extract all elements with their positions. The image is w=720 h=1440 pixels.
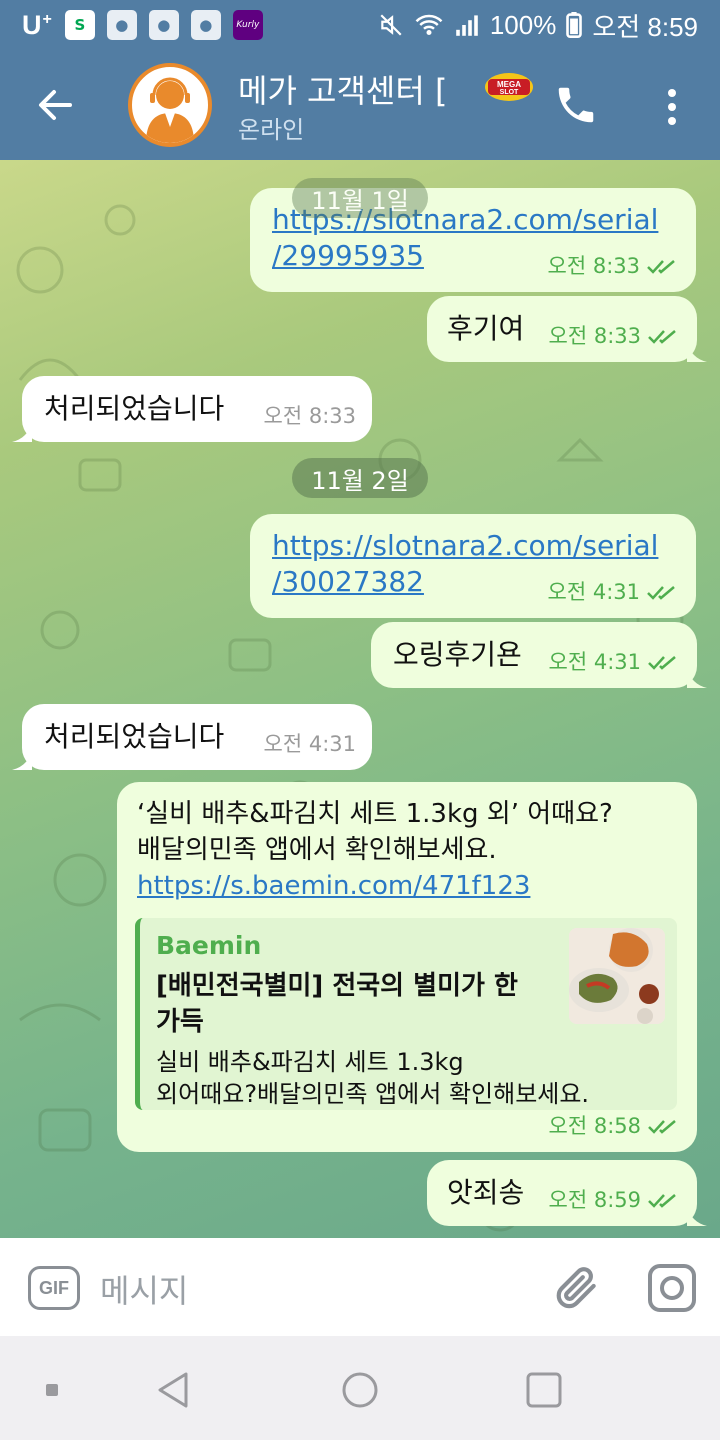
- outgoing-message[interactable]: 후기여 오전 8:33: [427, 296, 707, 362]
- carrier-label: U+: [22, 9, 53, 40]
- gif-button[interactable]: GIF: [28, 1266, 80, 1310]
- bubble-tail: [12, 422, 32, 442]
- message-text: 오링후기욘: [393, 638, 522, 671]
- home-nav-icon[interactable]: [338, 1368, 382, 1412]
- bubble-tail: [687, 668, 707, 688]
- double-check-icon: [648, 656, 676, 670]
- message-icon: ●: [190, 10, 221, 40]
- bubble-tail: [687, 1206, 707, 1226]
- battery-percent: 100%: [489, 9, 557, 40]
- message-time: 오전 4:31: [263, 732, 356, 756]
- incoming-message[interactable]: 처리되었습니다 오전 8:33: [12, 376, 372, 442]
- message-time: 오전 8:59: [548, 1188, 641, 1212]
- system-nav-bar: [0, 1336, 720, 1440]
- message-meta: 오전 8:59: [549, 1182, 681, 1218]
- phone-icon[interactable]: [553, 82, 599, 128]
- double-check-icon: [648, 1120, 676, 1134]
- message-meta: 오전 4:31: [548, 574, 680, 610]
- outgoing-message[interactable]: 오링후기욘 오전 4:31: [371, 622, 707, 688]
- clock: 오전 8:59: [592, 11, 698, 42]
- kurly-icon: Kurly: [232, 10, 263, 40]
- wifi-icon: [415, 14, 443, 35]
- date-separator: 11월 1일: [292, 178, 428, 218]
- support-agent-icon: [146, 77, 194, 143]
- avatar[interactable]: [128, 63, 212, 147]
- message-text: ‘실비 배추&파김치 세트 1.3kg 외’ 어때요?: [137, 799, 613, 829]
- message-link[interactable]: https://slotnara2.com/serial: [272, 528, 658, 564]
- bubble-tail: [687, 342, 707, 362]
- back-arrow-icon[interactable]: [30, 80, 80, 130]
- recent-dot-icon[interactable]: [38, 1368, 82, 1412]
- paperclip-icon[interactable]: [552, 1262, 602, 1312]
- battery-icon: [566, 12, 583, 38]
- message-time: 오전 8:33: [548, 324, 641, 348]
- message-meta: 오전 8:33: [549, 318, 681, 354]
- message-text: 배달의민족 앱에서 확인해보세요.: [137, 835, 497, 865]
- message-icon: ●: [148, 10, 179, 40]
- message-input[interactable]: 메시지: [100, 1266, 188, 1312]
- double-check-icon: [648, 330, 676, 344]
- more-options-icon[interactable]: [654, 84, 690, 130]
- outgoing-message[interactable]: https://slotnara2.com/serial /30027382 오…: [250, 514, 696, 618]
- chat-header: 메가 고객센터 [ MEGA SLOT 온라인: [0, 50, 720, 160]
- bubble-tail: [12, 750, 32, 770]
- message-text: 후기여: [447, 312, 525, 345]
- camera-icon[interactable]: [646, 1262, 698, 1314]
- date-separator: 11월 2일: [292, 458, 428, 498]
- message-text: 앗죄송: [447, 1176, 525, 1209]
- message-time: 오전 8:33: [547, 254, 640, 278]
- link-preview[interactable]: Baemin [배민전국별미] 전국의 별미가 한가득 실비 배추&파김치 세트…: [135, 918, 677, 1110]
- svg-text:SLOT: SLOT: [500, 89, 519, 96]
- double-check-icon: [648, 1194, 676, 1208]
- double-check-icon: [647, 260, 675, 274]
- preview-thumbnail[interactable]: [569, 928, 665, 1024]
- message-time: 오전 8:58: [548, 1114, 641, 1138]
- mega-slot-logo-icon: MEGA SLOT: [485, 73, 533, 101]
- message-link[interactable]: https://s.baemin.com/471f123: [137, 868, 613, 904]
- shinhan-icon: S: [64, 10, 95, 40]
- message-meta: 오전 8:58: [549, 1108, 681, 1144]
- incoming-message[interactable]: 처리되었습니다 오전 4:31: [12, 704, 372, 770]
- chat-title: 메가 고객센터 [: [238, 72, 448, 110]
- message-input-bar: GIF 메시지: [0, 1238, 720, 1336]
- svg-text:MEGA: MEGA: [497, 80, 521, 89]
- status-bar: U+ S ● ● ● Kurly 100% 오전 8:59: [0, 0, 720, 50]
- signal-icon: [456, 15, 478, 36]
- mute-icon: [380, 14, 402, 36]
- preview-title: [배민전국별미] 전국의 별미가 한가득: [156, 971, 518, 1037]
- back-nav-icon[interactable]: [152, 1368, 196, 1412]
- outgoing-message[interactable]: ‘실비 배추&파김치 세트 1.3kg 외’ 어때요? 배달의민족 앱에서 확인…: [117, 782, 697, 1152]
- message-text: 처리되었습니다: [44, 392, 225, 425]
- message-icon: ●: [106, 10, 137, 40]
- message-meta: 오전 4:31: [549, 644, 681, 680]
- outgoing-message[interactable]: 앗죄송 오전 8:59: [427, 1160, 707, 1226]
- double-check-icon: [647, 586, 675, 600]
- chat-area[interactable]: https://slotnara2.com/serial /29995935 오…: [0, 160, 720, 1238]
- online-status: 온라인: [238, 116, 305, 144]
- message-time: 오전 4:31: [547, 580, 640, 604]
- message-meta: 오전 4:31: [264, 726, 356, 762]
- message-time: 오전 8:33: [263, 404, 356, 428]
- message-time: 오전 4:31: [548, 650, 641, 674]
- message-meta: 오전 8:33: [264, 398, 356, 434]
- overview-nav-icon[interactable]: [522, 1368, 566, 1412]
- message-meta: 오전 8:33: [548, 248, 680, 284]
- message-text: 처리되었습니다: [44, 720, 225, 753]
- preview-description: 실비 배추&파김치 세트 1.3kg 외어때요?배달의민족 앱에서 확인해보세요…: [156, 1048, 590, 1108]
